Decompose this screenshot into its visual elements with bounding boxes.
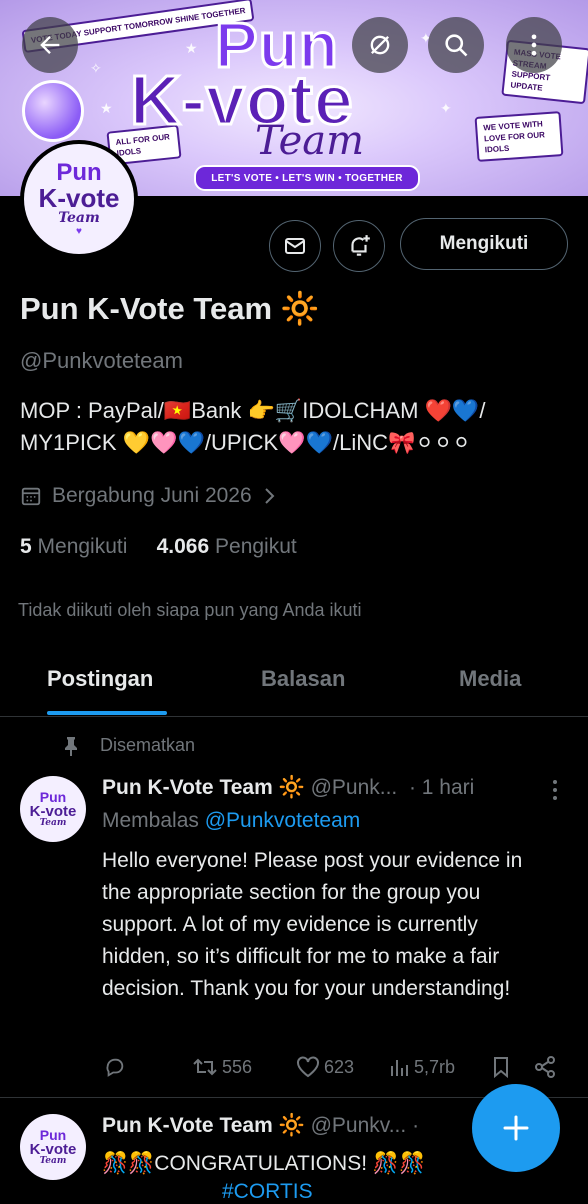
avatar-text-pun: Pun <box>39 1127 67 1143</box>
bookmark-icon <box>494 1057 508 1078</box>
more-vertical-icon <box>531 34 537 56</box>
profile-handle: @Punkvoteteam <box>20 348 183 373</box>
post-author-handle[interactable]: @Punkv... <box>311 1114 407 1137</box>
chevron-right-icon <box>264 488 275 504</box>
tabs-divider <box>0 716 588 717</box>
avatar-text-team: Team <box>39 818 67 828</box>
tab-replies[interactable]: Balasan <box>261 666 345 692</box>
followers-count: 4.066 <box>156 535 210 558</box>
pinned-label: Disematkan <box>62 735 195 756</box>
calendar-icon <box>21 487 41 506</box>
star-decoration-icon: ★ <box>185 40 198 56</box>
following-label: Mengikuti <box>37 535 128 558</box>
reply-button[interactable] <box>104 1056 126 1078</box>
joined-label: Bergabung Juni 2026 <box>52 484 252 507</box>
not-followed-note: Tidak diikuti oleh siapa pun yang Anda i… <box>18 600 362 620</box>
banner-title-team: Team <box>255 118 365 164</box>
tab-posts[interactable]: Postingan <box>47 666 153 692</box>
repost-count: 556 <box>222 1056 253 1077</box>
post-author-handle[interactable]: @Punk... <box>311 776 398 799</box>
share-button[interactable] <box>534 1056 556 1078</box>
heart-icon <box>297 1056 319 1078</box>
post-avatar[interactable]: Pun K-vote Team <box>20 1114 86 1180</box>
envelope-icon <box>285 238 305 254</box>
bell-plus-icon <box>351 235 370 256</box>
avatar-text-kvote: K-vote <box>29 803 77 820</box>
replying-to: Membalas @Punkvoteteam <box>102 809 360 833</box>
banner-ribbon: LET'S VOTE • LET'S WIN • TOGETHER <box>194 165 420 191</box>
compose-button[interactable] <box>472 1084 560 1172</box>
message-button[interactable] <box>269 220 321 272</box>
pinned-text: Disematkan <box>100 735 196 755</box>
like-button[interactable]: 623 <box>296 1056 354 1078</box>
star-decoration-icon: ✧ <box>90 60 102 76</box>
follow-counts: 5 Mengikuti 4.066 Pengikut <box>20 535 297 559</box>
joined-date[interactable]: Bergabung Juni 2026 <box>20 484 276 508</box>
profile-avatar[interactable]: Pun K-vote Team ♥ <box>20 140 138 258</box>
replying-prefix: Membalas <box>102 809 199 832</box>
avatar-text-team: Team <box>39 1156 67 1166</box>
post-avatar[interactable]: Pun K-vote Team <box>20 776 86 842</box>
repost-button[interactable]: 556 <box>192 1056 252 1078</box>
post-actions: 556 623 5,7rb <box>0 1056 588 1082</box>
post-hashtag[interactable]: #CORTIS <box>222 1180 313 1204</box>
reply-icon <box>106 1058 124 1077</box>
search-button[interactable] <box>428 17 484 73</box>
avatar-text-kvote: K-vote <box>29 1141 77 1158</box>
post-author-name[interactable]: Pun K-Vote Team 🔆 <box>102 776 305 799</box>
more-vertical-icon <box>553 780 557 800</box>
active-tab-indicator <box>47 711 167 715</box>
post-author-name[interactable]: Pun K-Vote Team 🔆 <box>102 1114 305 1137</box>
arrow-left-icon <box>40 36 60 54</box>
star-decoration-icon: ✦ <box>440 100 452 116</box>
heart-icon: ♥ <box>76 226 82 237</box>
post-time[interactable]: · 1 hari <box>409 776 474 799</box>
views-count: 5,7rb <box>414 1056 456 1077</box>
profile-bio: MOP : PayPal/🇻🇳Bank 👉🛒IDOLCHAM ❤️💙/ MY1P… <box>20 398 486 455</box>
followers-label: Pengikut <box>215 535 297 558</box>
pin-icon <box>65 736 77 756</box>
post-time[interactable]: · <box>412 1114 419 1137</box>
avatar-text-team: Team <box>58 210 100 226</box>
post-header: Pun K-Vote Team 🔆 @Punkv... · <box>102 1114 419 1138</box>
eye-slash-icon <box>370 35 390 55</box>
bookmark-button[interactable] <box>492 1056 510 1078</box>
views-button[interactable]: 5,7rb <box>388 1056 455 1078</box>
plus-icon <box>503 1115 529 1141</box>
avatar-text-pun: Pun <box>56 159 102 186</box>
search-icon <box>445 34 468 57</box>
avatar-text-kvote: K-vote <box>38 183 120 213</box>
followers-stat[interactable]: 4.066 Pengikut <box>157 535 297 558</box>
following-stat[interactable]: 5 Mengikuti <box>20 535 127 558</box>
more-options-button[interactable] <box>506 17 562 73</box>
post-header: Pun K-Vote Team 🔆 @Punk... · 1 hari <box>102 776 474 800</box>
post-more-button[interactable] <box>548 778 562 807</box>
following-button[interactable]: Mengikuti <box>400 218 568 270</box>
star-decoration-icon: ★ <box>100 100 113 116</box>
repost-icon <box>193 1058 217 1076</box>
tab-media[interactable]: Media <box>459 666 521 692</box>
hide-button[interactable] <box>352 17 408 73</box>
notify-button[interactable] <box>333 220 385 272</box>
banner-sign-vote-with-love: WE VOTE WITH LOVE FOR OUR IDOLS <box>474 111 564 162</box>
back-button[interactable] <box>22 17 78 73</box>
heart-lightstick-decoration <box>22 80 84 142</box>
profile-name: Pun K-Vote Team 🔆 <box>20 291 320 326</box>
replying-to-handle[interactable]: @Punkvoteteam <box>205 809 361 832</box>
views-icon <box>391 1060 408 1076</box>
share-icon <box>535 1056 555 1078</box>
avatar-logo: Pun K-vote Team ♥ <box>24 144 134 254</box>
avatar-text-pun: Pun <box>39 789 67 805</box>
like-count: 623 <box>324 1056 355 1077</box>
following-count: 5 <box>20 535 32 558</box>
post-text: Hello everyone! Please post your evidenc… <box>102 849 523 1000</box>
